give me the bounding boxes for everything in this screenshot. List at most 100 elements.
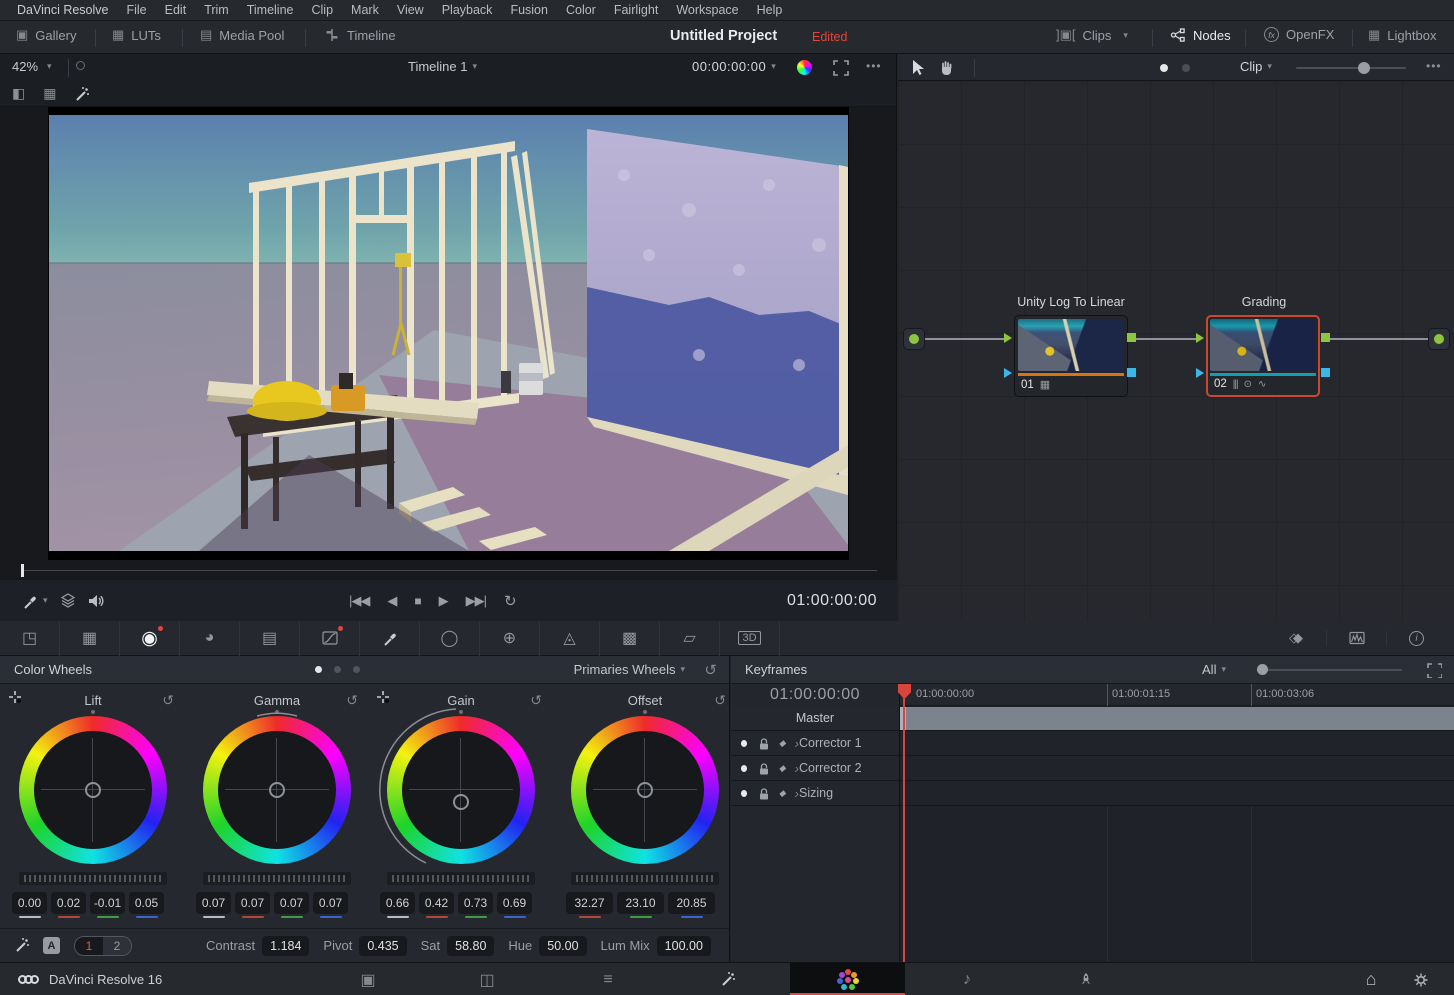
timeline-button[interactable]: Timeline (320, 27, 400, 43)
grade-bypass-icon[interactable] (76, 61, 85, 70)
gamma-g-value[interactable]: 0.07 (274, 892, 309, 914)
play-button[interactable]: ▶ (430, 593, 457, 609)
keyframe-timeline[interactable]: 01:00:00:00 01:00:01:15 01:00:03:06 (900, 684, 1454, 962)
viewer-zoom-dropdown[interactable]: 42% ▾ (12, 59, 52, 74)
reset-all-icon[interactable]: ↺ (704, 661, 717, 679)
keyframe-diamond-icon[interactable]: ◆ (779, 763, 786, 774)
node-graph-canvas[interactable]: Unity Log To Linear 01 ▦ Grading 02 (898, 81, 1454, 621)
keyframe-diamond-icon[interactable]: ◆ (779, 738, 786, 749)
lift-r-value[interactable]: 0.02 (51, 892, 86, 914)
wheels-mode-dropdown[interactable]: Primaries Wheels ▾ (574, 662, 685, 677)
track-corrector-1[interactable]: ◆ › Corrector 1 (731, 731, 899, 756)
stop-button[interactable]: ■ (405, 594, 429, 608)
page-dot-2[interactable] (1182, 64, 1190, 72)
go-to-last-frame-button[interactable]: ▶▶| (457, 593, 495, 609)
gamma-master-wheel[interactable] (203, 872, 351, 885)
master-clip-bar[interactable] (900, 707, 1454, 730)
lift-b-value[interactable]: 0.05 (129, 892, 164, 914)
track-enable-icon[interactable] (741, 790, 747, 797)
camera-raw-tab[interactable]: ◳ (0, 621, 60, 656)
viewer-image[interactable] (48, 107, 849, 560)
info-panel-toggle[interactable]: i (1386, 631, 1446, 646)
page-1[interactable]: 1 (75, 937, 103, 955)
gain-r-value[interactable]: 0.42 (419, 892, 454, 914)
reset-icon[interactable]: ↺ (714, 692, 726, 709)
expand-viewer-icon[interactable] (833, 60, 849, 76)
track-corrector-2[interactable]: ◆ › Corrector 2 (731, 756, 899, 781)
keyframe-playhead[interactable] (903, 684, 905, 962)
node-01-key-input[interactable] (1004, 368, 1012, 378)
viewer-options-menu[interactable]: ••• (866, 59, 882, 73)
lift-master-wheel[interactable] (19, 872, 167, 885)
offset-r-value[interactable]: 32.27 (566, 892, 613, 914)
gamma-color-ring[interactable] (203, 716, 351, 864)
page-fusion[interactable] (698, 963, 758, 995)
page-2[interactable]: 2 (103, 937, 131, 955)
sizing-track-row[interactable] (900, 781, 1454, 806)
lock-icon[interactable] (756, 786, 769, 801)
scopes-panel-toggle[interactable] (1326, 630, 1386, 646)
luts-button[interactable]: ▦ LUTs (108, 27, 165, 43)
nodes-button[interactable]: Nodes (1166, 27, 1235, 43)
project-settings-button[interactable] (1391, 963, 1451, 995)
page-fairlight[interactable]: ♪ (937, 963, 997, 995)
gain-color-ring[interactable] (387, 716, 535, 864)
stereo-3d-tab[interactable]: 3D (720, 621, 780, 656)
menu-color[interactable]: Color (557, 0, 605, 21)
pivot-value[interactable]: 0.435 (359, 936, 406, 956)
grid-view-icon[interactable]: ▦ (43, 85, 56, 102)
track-enable-icon[interactable] (741, 740, 747, 747)
pan-hand-icon[interactable] (938, 59, 955, 76)
sizing-tab[interactable]: ▱ (660, 621, 720, 656)
qualifier-tab[interactable] (360, 621, 420, 656)
media-pool-button[interactable]: ▤ Media Pool (196, 27, 288, 43)
lift-indicator[interactable] (85, 782, 101, 798)
node-01-rgb-input[interactable] (1004, 333, 1012, 343)
key-tab[interactable]: ▩ (600, 621, 660, 656)
offset-g-value[interactable]: 23.10 (617, 892, 664, 914)
track-sizing[interactable]: ◆ › Sizing (731, 781, 899, 806)
master-track-row[interactable] (900, 706, 1454, 731)
scrubber-playhead[interactable] (21, 564, 24, 577)
tracker-tab[interactable]: ⊕ (480, 621, 540, 656)
reset-icon[interactable]: ↺ (346, 692, 358, 709)
color-boost-icon[interactable] (797, 60, 812, 75)
loop-button[interactable]: ↻ (495, 592, 526, 610)
menu-edit[interactable]: Edit (156, 0, 196, 21)
menu-playback[interactable]: Playback (433, 0, 502, 21)
offset-indicator[interactable] (637, 782, 653, 798)
gain-y-value[interactable]: 0.66 (380, 892, 415, 914)
node-01-rgb-output[interactable] (1127, 333, 1136, 342)
gain-master-wheel[interactable] (387, 872, 535, 885)
gallery-button[interactable]: ▣ Gallery (12, 27, 80, 43)
menu-davinci-resolve[interactable]: DaVinci Resolve (8, 0, 117, 21)
node-mode-dropdown[interactable]: Clip ▾ (1240, 59, 1272, 74)
keyframe-diamond-icon[interactable]: ◆ (779, 788, 786, 799)
color-match-tab[interactable]: ▦ (60, 621, 120, 656)
gain-indicator[interactable] (453, 794, 469, 810)
blur-tab[interactable]: ◬ (540, 621, 600, 656)
rgb-mixer-tab[interactable]: ◕ (180, 621, 240, 656)
node-02-key-input[interactable] (1196, 368, 1204, 378)
offset-b-value[interactable]: 20.85 (668, 892, 715, 914)
step-back-button[interactable]: ◀ (378, 593, 405, 609)
contrast-value[interactable]: 1.184 (262, 936, 309, 956)
gain-target-icon[interactable] (376, 690, 390, 704)
lift-g-value[interactable]: -0.01 (90, 892, 125, 914)
lock-icon[interactable] (756, 736, 769, 751)
corrector-2-track-row[interactable] (900, 756, 1454, 781)
menu-view[interactable]: View (388, 0, 433, 21)
node-01-key-output[interactable] (1127, 368, 1136, 377)
track-enable-icon[interactable] (741, 765, 747, 772)
reset-icon[interactable]: ↺ (162, 692, 174, 709)
clips-button[interactable]: ]▣[ Clips ▾ (1052, 27, 1132, 43)
page-edit[interactable]: ≡ (578, 963, 638, 995)
node-02-rgb-input[interactable] (1196, 333, 1204, 343)
saturation-value[interactable]: 58.80 (447, 936, 494, 956)
keyframes-panel-toggle[interactable]: ◇◆ (1266, 630, 1326, 646)
grade-wand-icon[interactable] (14, 937, 31, 954)
menu-fusion[interactable]: Fusion (501, 0, 557, 21)
page-media[interactable]: ▣ (338, 963, 398, 995)
auto-balance-button[interactable]: A (43, 937, 60, 954)
gain-g-value[interactable]: 0.73 (458, 892, 493, 914)
